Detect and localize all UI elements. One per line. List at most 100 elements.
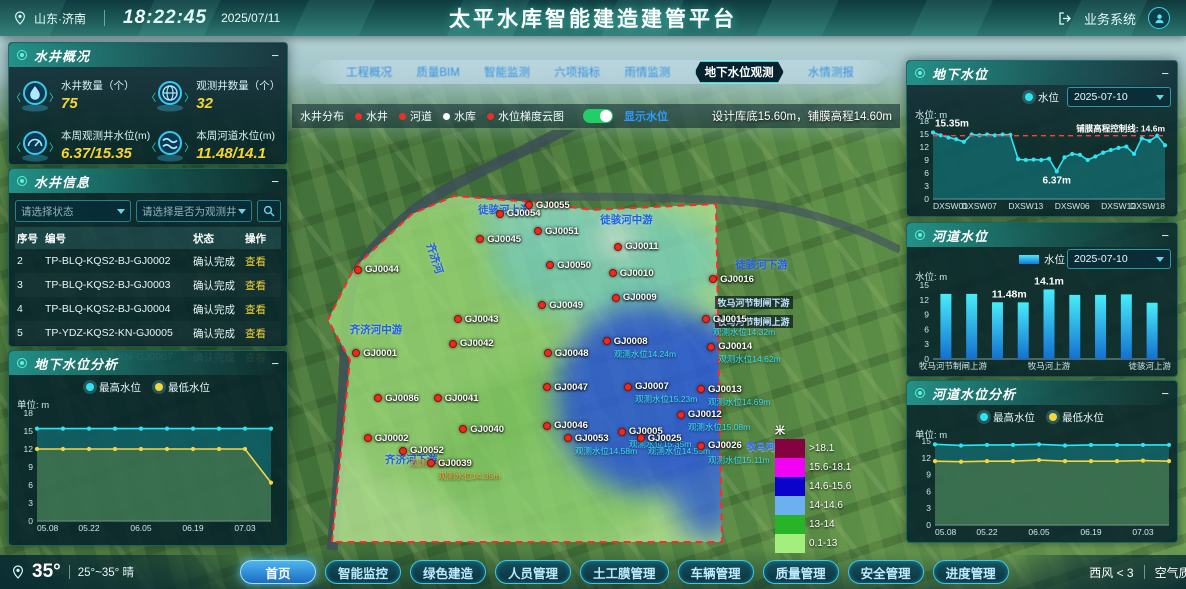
well-marker-GJ0086[interactable]: GJ0086 [374,393,419,404]
observation-type-select[interactable]: 请选择是否为观测井 [136,200,252,222]
well-marker-GJ0055[interactable]: GJ0055 [525,200,570,211]
search-icon [263,205,275,217]
well-marker-GJ0010[interactable]: GJ0010 [609,268,654,279]
collapse-button[interactable]: − [271,357,279,370]
collapse-button[interactable]: − [271,49,279,62]
svg-text:9: 9 [924,310,929,320]
well-marker-GJ0043[interactable]: GJ0043 [454,314,499,325]
view-link[interactable]: 查看 [245,278,279,293]
nav-button-8[interactable]: 安全管理 [848,560,924,584]
nav-button-7[interactable]: 质量管理 [763,560,839,584]
legend-dot-icon [443,113,450,120]
svg-text:DXSW13: DXSW13 [1008,201,1043,211]
date-select[interactable]: 2025-07-10 [1067,249,1171,269]
panel-header: 水井概况 − [9,43,287,67]
well-marker-GJ0042[interactable]: GJ0042 [449,338,494,349]
nav-button-4[interactable]: 人员管理 [495,560,571,584]
legend-dot-icon [980,413,988,421]
well-marker-GJ0044[interactable]: GJ0044 [354,264,399,275]
user-avatar[interactable] [1148,7,1170,29]
observation-well-icon [150,75,190,115]
nav-button-6[interactable]: 车辆管理 [678,560,754,584]
well-marker-GJ0014[interactable]: GJ0014观测水位14.62m [707,341,780,365]
well-marker-GJ0016[interactable]: GJ0016 [709,274,754,285]
view-link[interactable]: 查看 [245,254,279,269]
status-select[interactable]: 请选择状态 [15,200,131,222]
axis-unit-label: 单位: m [915,427,947,441]
stat-value: 75 [61,95,135,112]
legend-item: 河道 [399,108,432,124]
water-level-toggle[interactable] [583,109,613,123]
scale-row: 14-14.6 [775,496,851,515]
location-pin-icon [12,565,24,579]
view-link[interactable]: 查看 [245,326,279,341]
well-marker-GJ0015[interactable]: GJ0015观测水位14.32m [702,314,775,338]
well-marker-GJ0046[interactable]: GJ0046 [543,420,588,431]
svg-text:3: 3 [28,498,33,508]
air-info: 西风 < 3 空气质量 优 [1009,555,1186,589]
well-marker-GJ0007[interactable]: GJ0007观测水位15.23m [624,381,697,405]
nav-button-9[interactable]: 进度管理 [933,560,1009,584]
svg-text:12: 12 [24,444,34,454]
well-marker-GJ0001[interactable]: GJ0001 [352,348,397,359]
red-dot-icon [564,434,572,442]
main-navigation: 首页智能监控绿色建造人员管理土工膜管理车辆管理质量管理安全管理进度管理 [240,560,1009,584]
well-marker-GJ0049[interactable]: GJ0049 [538,300,583,311]
well-marker-GJ0011[interactable]: GJ0011 [614,241,658,252]
red-dot-icon [624,383,632,391]
collapse-button[interactable]: − [271,175,279,188]
tab-7[interactable]: 水情测报 [808,64,854,80]
stat-item: 本周河道水位(m)11.48/14.1 [150,125,281,165]
svg-text:DXSW18: DXSW18 [1130,201,1165,211]
tab-3[interactable]: 智能监测 [484,64,530,80]
well-marker-GJ0008[interactable]: GJ0008观测水位14.24m [603,336,676,360]
view-link[interactable]: 查看 [245,302,279,317]
observed-level-value: 观测水位14.35m [438,470,500,482]
well-marker-GJ0002[interactable]: GJ0002 [364,433,409,444]
status-select-placeholder: 请选择状态 [21,204,74,219]
svg-text:6: 6 [924,324,929,334]
tab-5[interactable]: 雨情监测 [624,64,670,80]
well-marker-GJ0009[interactable]: GJ0009 [612,292,657,303]
nav-button-3[interactable]: 绿色建造 [410,560,486,584]
legend-item: 水位 [1019,252,1065,267]
nav-button-5[interactable]: 土工膜管理 [580,560,669,584]
design-elevation-info: 设计库底15.60m，铺膜高程14.60m [712,108,892,124]
table-row: 4TP-BLQ-KQS2-BJ-GJ0004确认完成查看 [15,297,281,321]
tab-1[interactable]: 工程概况 [346,64,392,80]
tab-2[interactable]: 质量BIM [416,64,459,80]
svg-text:牧马河上游: 牧马河上游 [1028,361,1071,371]
legend-item: 最低水位 [155,380,210,395]
tab-4[interactable]: 六项指标 [554,64,600,80]
business-system-link[interactable]: 业务系统 [1084,9,1136,28]
well-marker-GJ0040[interactable]: GJ0040 [459,424,504,435]
well-marker-GJ0041[interactable]: GJ0041 [434,393,479,404]
nav-button-2[interactable]: 智能监控 [325,560,401,584]
svg-text:05.08: 05.08 [935,527,957,537]
reservoir-map[interactable]: GJ0001GJ0086GJ0002GJ0052观测水位14.35mGJ0039… [292,130,900,555]
svg-text:05.08: 05.08 [37,523,59,533]
well-marker-GJ0012[interactable]: GJ0012观测水位15.08m [677,409,750,433]
tab-6[interactable]: 地下水位观测 [695,61,784,83]
well-marker-GJ0048[interactable]: GJ0048 [544,348,589,359]
collapse-button[interactable]: − [1161,229,1169,242]
river-label: 徒骇河下游 [735,257,788,272]
date-select[interactable]: 2025-07-10 [1067,87,1171,107]
collapse-button[interactable]: − [1161,67,1169,80]
river-level-panel: 河道水位 − 水位2025-07-10 水位: m 03691215牧马河节制闸… [906,222,1178,377]
well-marker-GJ0013[interactable]: GJ0013观测水位14.69m [697,384,770,408]
nav-button-1[interactable]: 首页 [240,560,316,584]
svg-text:9: 9 [924,155,929,165]
map-controls-row: 水井分布 水井河道水库水位梯度云图 显示水位 设计库底15.60m，铺膜高程14… [292,104,900,128]
well-marker-GJ0051[interactable]: GJ0051 [534,226,579,237]
water-level-color-scale: 米 >18.115.6-18.114.6-15.614-14.613-140.1… [775,422,851,553]
red-dot-icon [476,235,484,243]
panel-header: 地下水位分析 − [9,351,287,375]
well-marker-GJ0045[interactable]: GJ0045 [476,234,521,245]
well-marker-GJ0047[interactable]: GJ0047 [543,382,588,393]
well-marker-GJ0050[interactable]: GJ0050 [546,260,591,271]
search-button[interactable] [257,200,281,222]
well-marker-GJ0039[interactable]: GJ0039观测水位14.35m [427,458,500,482]
collapse-button[interactable]: − [1161,387,1169,400]
svg-text:05.22: 05.22 [976,527,998,537]
